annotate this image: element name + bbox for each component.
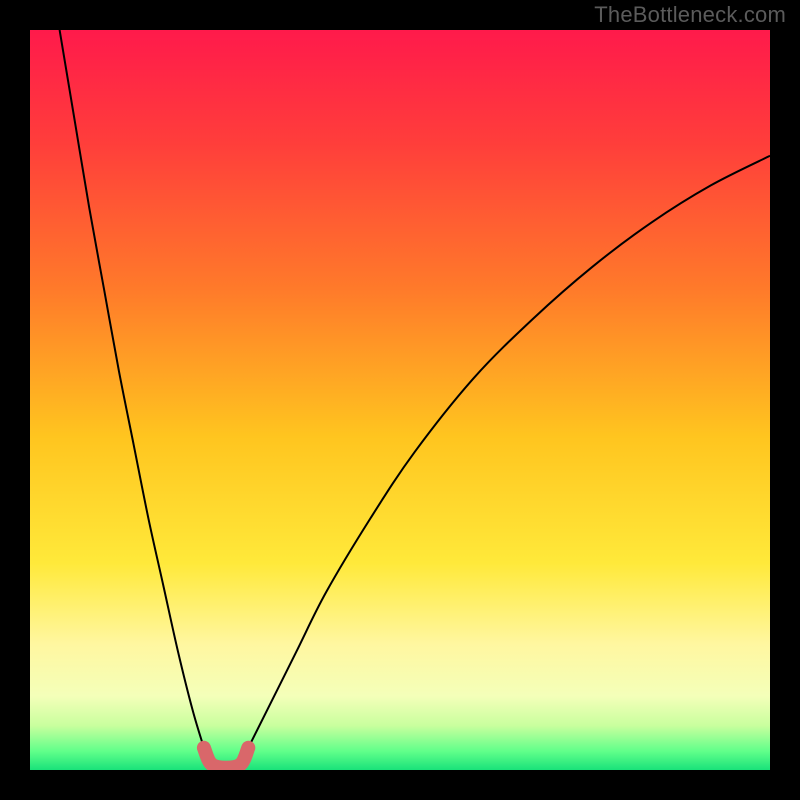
gradient-background bbox=[30, 30, 770, 770]
bottleneck-curve-chart bbox=[0, 0, 800, 800]
chart-frame: TheBottleneck.com bbox=[0, 0, 800, 800]
